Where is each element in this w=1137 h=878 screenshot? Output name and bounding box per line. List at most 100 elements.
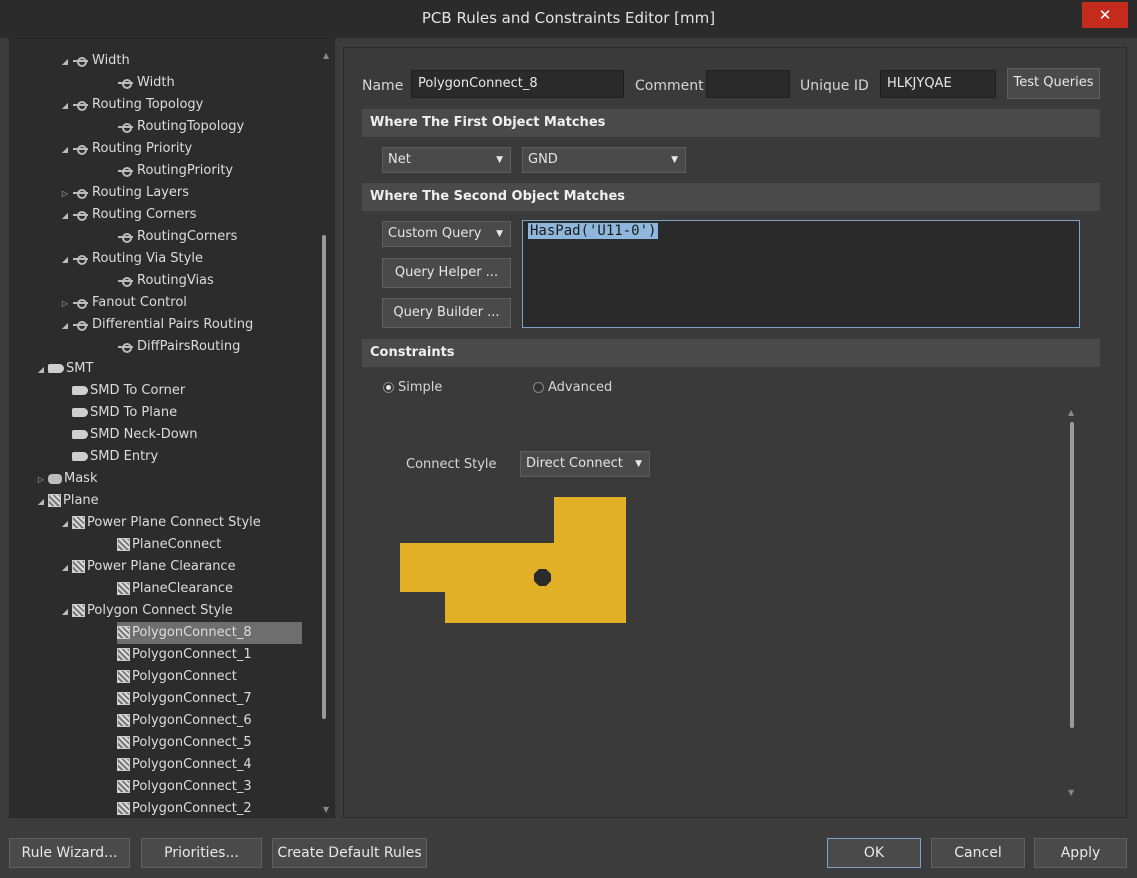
tree-item[interactable]: RoutingPriority <box>95 160 233 182</box>
tree-item[interactable]: PlaneClearance <box>95 578 233 600</box>
tree-item[interactable]: ◢ Routing Via Style <box>58 248 203 270</box>
collapse-arrow-icon[interactable]: ◢ <box>58 205 72 227</box>
tree-item-label: Plane <box>63 493 99 508</box>
scroll-up-icon[interactable]: ▲ <box>1068 408 1074 417</box>
expand-arrow-icon[interactable]: ▷ <box>58 293 72 315</box>
constraints-scrollbar[interactable] <box>1070 422 1074 728</box>
tree-item[interactable]: SMD Entry <box>72 446 158 468</box>
rules-tree[interactable]: ◢ Width Width ◢ Routing Topology RoutingTopol… <box>9 38 335 818</box>
tree-item-label: Differential Pairs Routing <box>92 317 254 332</box>
width-icon <box>117 276 135 287</box>
second-object-heading: Where The Second Object Matches <box>362 183 1100 211</box>
tree-item[interactable]: PolygonConnect_8 <box>117 622 302 644</box>
tree-item[interactable]: RoutingTopology <box>95 116 244 138</box>
scroll-up-icon[interactable]: ▲ <box>323 51 329 60</box>
collapse-arrow-icon[interactable]: ◢ <box>58 557 72 579</box>
create-default-rules-button[interactable]: Create Default Rules <box>272 838 427 868</box>
tree-scrollbar[interactable] <box>322 235 326 719</box>
tree-item[interactable]: ◢ Power Plane Clearance <box>58 556 236 578</box>
collapse-arrow-icon[interactable]: ◢ <box>58 315 72 337</box>
collapse-arrow-icon[interactable]: ◢ <box>58 513 72 535</box>
simple-radio[interactable] <box>383 382 394 393</box>
plane-icon <box>117 758 130 771</box>
ok-button[interactable]: OK <box>827 838 921 868</box>
tree-item[interactable]: RoutingCorners <box>95 226 237 248</box>
chevron-down-icon: ▼ <box>496 229 503 239</box>
collapse-arrow-icon[interactable]: ◢ <box>58 249 72 271</box>
tree-item[interactable]: PolygonConnect_5 <box>95 732 252 754</box>
tree-item[interactable]: ▷ Routing Layers <box>58 182 189 204</box>
second-object-type-select[interactable]: Custom Query ▼ <box>382 221 511 247</box>
collapse-arrow-icon[interactable]: ◢ <box>58 139 72 161</box>
tree-item[interactable]: PolygonConnect_4 <box>95 754 252 776</box>
collapse-arrow-icon[interactable]: ◢ <box>34 359 48 381</box>
test-queries-button[interactable]: Test Queries <box>1007 68 1100 99</box>
collapse-arrow-icon[interactable]: ◢ <box>58 95 72 117</box>
tree-item[interactable]: ▷ Fanout Control <box>58 292 187 314</box>
expand-arrow-icon[interactable]: ▷ <box>34 469 48 491</box>
tree-item[interactable]: ◢ Routing Priority <box>58 138 192 160</box>
cancel-button[interactable]: Cancel <box>931 838 1025 868</box>
first-object-type-select[interactable]: Net ▼ <box>382 147 511 173</box>
tree-item[interactable]: SMD To Plane <box>72 402 177 424</box>
smd-icon <box>48 364 64 373</box>
plane-icon <box>72 516 85 529</box>
first-object-value-select[interactable]: GND ▼ <box>522 147 686 173</box>
tree-item[interactable]: PolygonConnect_2 <box>95 798 252 817</box>
unique-id-field[interactable]: HLKJYQAE <box>880 70 996 98</box>
tree-item[interactable]: DiffPairsRouting <box>95 336 240 358</box>
smd-icon <box>72 452 88 461</box>
comment-field[interactable] <box>706 70 790 98</box>
query-helper-button[interactable]: Query Helper ... <box>382 258 511 288</box>
tree-item[interactable]: ◢ Power Plane Connect Style <box>58 512 261 534</box>
tree-item[interactable]: ◢ Routing Corners <box>58 204 197 227</box>
tree-item[interactable]: SMD To Corner <box>72 380 185 402</box>
close-button[interactable]: ✕ <box>1082 2 1128 28</box>
connect-style-value: Direct Connect <box>526 456 623 471</box>
plane-icon <box>72 560 85 573</box>
priorities-button[interactable]: Priorities... <box>141 838 262 868</box>
scroll-down-icon[interactable]: ▼ <box>323 805 329 814</box>
plane-icon <box>117 714 130 727</box>
tree-item[interactable]: ◢ Polygon Connect Style <box>58 600 233 622</box>
tree-item[interactable]: ◢ Plane <box>34 490 99 512</box>
direct-connect-preview <box>400 497 626 623</box>
plane-icon <box>117 736 130 749</box>
tree-item-label: SMD To Plane <box>90 405 178 420</box>
query-editor[interactable]: HasPad('U11-0') <box>522 220 1080 328</box>
tree-item[interactable]: ◢ Routing Topology <box>58 94 203 116</box>
tree-item-label: Routing Topology <box>92 97 204 112</box>
tree-item[interactable]: ◢ Width <box>58 50 130 72</box>
tree-item[interactable]: PlaneConnect <box>95 534 221 556</box>
scroll-down-icon[interactable]: ▼ <box>1068 788 1074 797</box>
tree-item[interactable]: ▷ Mask <box>34 468 98 491</box>
tree-item[interactable]: SMD Neck-Down <box>72 424 198 446</box>
tree-item[interactable]: PolygonConnect <box>95 666 237 688</box>
plane-icon <box>117 780 130 793</box>
tree-item[interactable]: PolygonConnect_7 <box>95 688 252 710</box>
collapse-arrow-icon[interactable]: ◢ <box>58 601 72 623</box>
tree-item-label: PolygonConnect_7 <box>132 691 252 706</box>
tree-item-label: Polygon Connect Style <box>87 603 233 618</box>
advanced-radio[interactable] <box>533 382 544 393</box>
tree-item[interactable]: PolygonConnect_1 <box>95 644 252 666</box>
tree-item[interactable]: ◢ Differential Pairs Routing <box>58 314 253 336</box>
rule-wizard-button[interactable]: Rule Wizard... <box>9 838 130 868</box>
expand-arrow-icon[interactable]: ▷ <box>58 183 72 205</box>
tree-item[interactable]: RoutingVias <box>95 270 214 292</box>
tree-item[interactable]: Width <box>95 72 175 94</box>
collapse-arrow-icon[interactable]: ◢ <box>34 491 48 513</box>
collapse-arrow-icon[interactable]: ◢ <box>58 51 72 73</box>
tree-item[interactable]: ◢ SMT <box>34 358 94 381</box>
connect-style-select[interactable]: Direct Connect ▼ <box>520 451 650 477</box>
plane-icon <box>117 538 130 551</box>
apply-button[interactable]: Apply <box>1034 838 1127 868</box>
tree-item[interactable]: PolygonConnect_6 <box>95 710 252 732</box>
query-builder-button[interactable]: Query Builder ... <box>382 298 511 328</box>
tree-item[interactable]: PolygonConnect_3 <box>95 776 252 798</box>
polygon-copper-shape <box>400 497 626 623</box>
tree-item-label: RoutingTopology <box>137 119 245 134</box>
simple-label: Simple <box>398 380 443 395</box>
name-field[interactable]: PolygonConnect_8 <box>411 70 624 98</box>
tree-item-label: PolygonConnect_1 <box>132 647 252 662</box>
